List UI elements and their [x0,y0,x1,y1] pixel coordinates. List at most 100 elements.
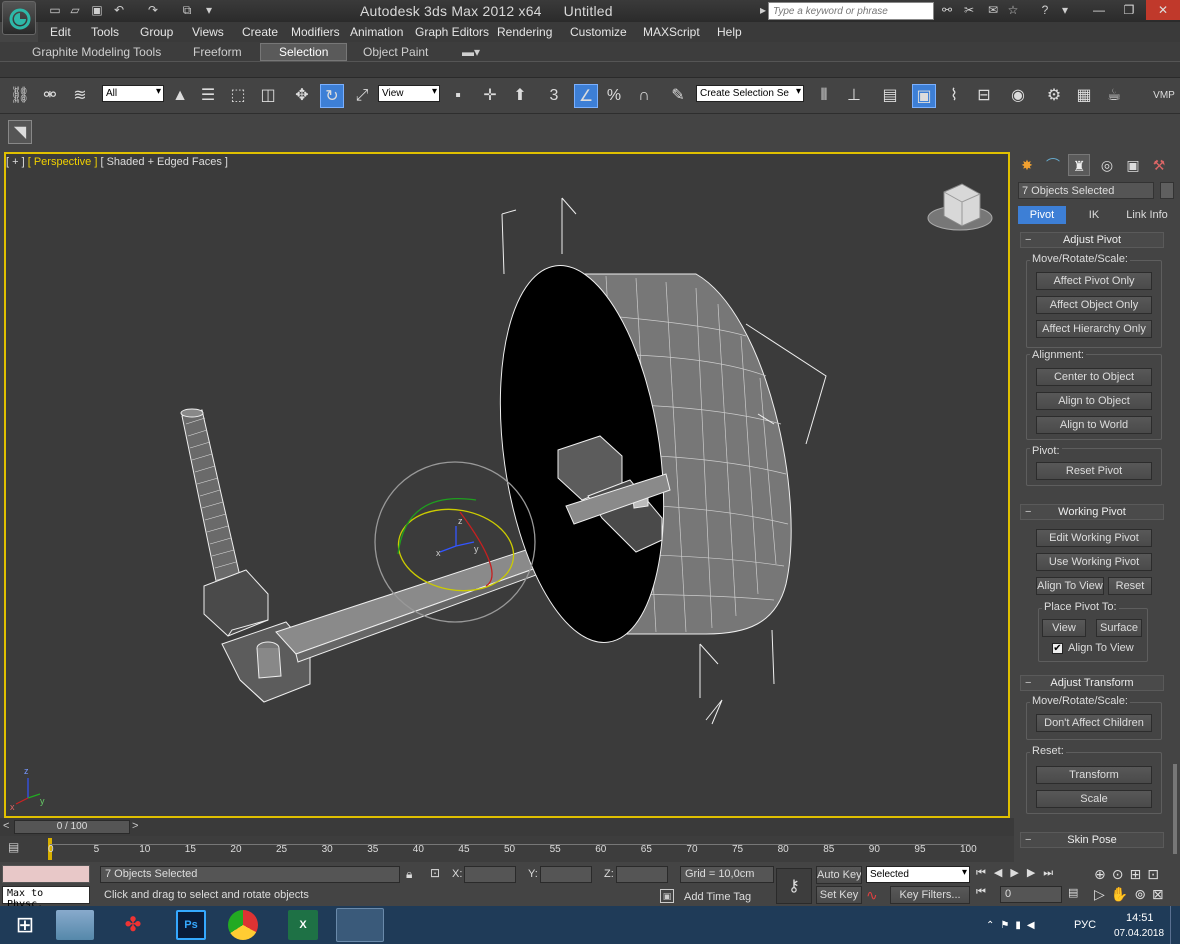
render-production-icon[interactable]: ☕ [1102,84,1126,108]
named-selection-sets-dropdown[interactable]: Create Selection Se [696,85,804,102]
menu-group[interactable]: Group [140,25,173,39]
mini-curve-editor-icon[interactable]: ▤ [8,840,34,858]
3dsmax-taskbar-icon[interactable] [336,908,384,942]
align-icon[interactable]: ⊥ [842,84,866,108]
schematic-view-icon[interactable]: ⊟ [972,84,996,108]
percent-snap-toggle-icon[interactable]: % [602,84,626,108]
hierarchy-panel-icon[interactable]: ♜ [1068,154,1090,176]
viewport-shading-menu[interactable]: [ Shaded + Edged Faces ] [100,156,228,168]
playback-controls[interactable]: ⏮◀▶▶⏭ [976,866,1061,880]
object-color-swatch[interactable] [1160,182,1174,199]
menu-graph-editors[interactable]: Graph Editors [415,25,489,39]
selection-name-field[interactable]: 7 Objects Selected [1018,182,1154,199]
edit-named-selection-icon[interactable]: ✎ [666,84,690,108]
reset-transform-button[interactable]: Transform [1036,766,1152,784]
tray-icons[interactable]: ⌃⚑▮◀ [986,920,1041,931]
redo-icon[interactable]: ↷ [144,2,162,19]
create-panel-icon[interactable]: ✸ [1016,154,1038,176]
absolute-mode-icon[interactable]: ⊡ [430,866,440,880]
dont-affect-children-button[interactable]: Don't Affect Children [1036,714,1152,732]
auto-key-button[interactable]: Auto Key [816,866,862,884]
display-panel-icon[interactable]: ▣ [1122,154,1144,176]
add-time-tag-label[interactable]: Add Time Tag [684,891,751,903]
viewport-nav-row1[interactable]: ⊕⊙⊞⊡ [1094,866,1165,883]
select-and-link-icon[interactable]: ⛓ [8,84,32,108]
window-crossing-icon[interactable]: ◫ [256,84,280,108]
affect-pivot-only-button[interactable]: Affect Pivot Only [1036,272,1152,290]
viewcube[interactable] [927,183,993,231]
menu-rendering[interactable]: Rendering [497,25,552,39]
key-mode-toggle-icon[interactable]: ⏮ [976,886,986,899]
current-frame-field[interactable]: 0 [1000,886,1062,903]
time-slider-next-icon[interactable]: > [132,820,138,832]
key-filters-button[interactable]: Key Filters... [890,886,970,904]
adjust-transform-rollout[interactable]: Adjust Transform [1020,675,1164,691]
command-panel-scrollbar[interactable] [1173,764,1177,854]
z-coord-field[interactable] [616,866,668,883]
time-slider-prev-icon[interactable]: < [3,820,9,832]
edit-working-pivot-button[interactable]: Edit Working Pivot [1036,529,1152,547]
use-pivot-center-icon[interactable]: ▪ [446,84,470,108]
photoshop-icon[interactable]: Ps [176,910,206,940]
menu-create[interactable]: Create [242,25,278,39]
selection-lock-icon[interactable]: 🔒︎ [406,867,412,882]
project-folder-icon[interactable]: ⧉ [178,2,196,19]
favorites-star-icon[interactable]: ☆ [1004,2,1022,19]
affect-hierarchy-only-button[interactable]: Affect Hierarchy Only [1036,320,1152,338]
tab-freeform[interactable]: Freeform [193,45,242,59]
menu-help[interactable]: Help [717,25,742,39]
bind-to-space-warp-icon[interactable]: ≋ [68,84,92,108]
rectangular-selection-icon[interactable]: ⬚ [226,84,250,108]
center-to-object-button[interactable]: Center to Object [1036,368,1152,386]
viewport-nav-row2[interactable]: ▷✋⊚⊠ [1094,886,1170,903]
render-setup-icon[interactable]: ⚙ [1042,84,1066,108]
tab-link-info[interactable]: Link Info [1122,206,1172,224]
angle-snap-toggle-icon[interactable]: ∠ [574,84,598,108]
menu-animation[interactable]: Animation [350,25,403,39]
unlink-selection-icon[interactable]: ⚮ [38,84,62,108]
menu-customize[interactable]: Customize [570,25,627,39]
reset-scale-button[interactable]: Scale [1036,790,1152,808]
use-working-pivot-button[interactable]: Use Working Pivot [1036,553,1152,571]
select-object-icon[interactable]: ▲ [168,84,192,108]
open-file-icon[interactable]: ▱ [66,2,84,19]
excel-icon[interactable]: X [288,910,318,940]
select-and-scale-icon[interactable]: ⤢ [350,84,374,108]
clock-time[interactable]: 14:51 [1126,912,1154,924]
align-to-view-checkbox[interactable]: ✔ [1052,643,1063,654]
working-pivot-rollout[interactable]: Working Pivot [1020,504,1164,520]
time-slider[interactable]: 0 / 100 [14,820,130,834]
binoculars-icon[interactable]: ⚯ [938,2,956,19]
set-key-button[interactable]: Set Key [816,886,862,904]
spinner-snap-toggle-icon[interactable]: ∩ [632,84,656,108]
tab-object-paint[interactable]: Object Paint [363,45,428,59]
material-editor-icon[interactable]: ◉ [1006,84,1030,108]
adjust-pivot-rollout[interactable]: Adjust Pivot [1020,232,1164,248]
add-time-tag-icon[interactable]: ▣ [660,889,674,903]
selection-filter-dropdown[interactable]: All [102,85,164,102]
search-input[interactable]: Type a keyword or phrase [768,2,934,20]
tab-selection[interactable]: Selection [260,43,348,61]
perspective-viewport[interactable]: z y x z y x [4,152,1010,818]
explorer-icon[interactable] [56,910,94,940]
quick-access-dropdown-icon[interactable]: ▾ [200,2,218,19]
layer-manager-icon[interactable]: ▤ [878,84,902,108]
rendered-frame-window-icon[interactable]: ▦ [1072,84,1096,108]
tab-pivot[interactable]: Pivot [1018,206,1066,224]
tab-graphite-modeling-tools[interactable]: Graphite Modeling Tools [32,45,161,59]
new-file-icon[interactable]: ▭ [46,2,64,19]
tab-ik[interactable]: IK [1072,206,1116,224]
maxscript-mini-listener[interactable]: Max to Physc. [2,886,90,910]
help-icon[interactable]: ? [1036,2,1054,19]
skin-pose-rollout[interactable]: Skin Pose [1020,832,1164,848]
subscription-icon[interactable]: ✂ [960,2,978,19]
align-to-view-button[interactable]: Align To View [1036,577,1104,595]
mirror-icon[interactable]: ⫴ [812,84,836,108]
snaps-toggle-icon[interactable]: 3 [542,84,566,108]
time-configuration-icon[interactable]: ▤ [1068,886,1078,899]
motion-panel-icon[interactable]: ◎ [1096,154,1118,176]
language-indicator[interactable]: РУС [1074,919,1096,931]
app-menu-icon[interactable] [2,1,36,35]
menu-maxscript[interactable]: MAXScript [643,25,700,39]
utilities-panel-icon[interactable]: ⚒ [1148,154,1170,176]
